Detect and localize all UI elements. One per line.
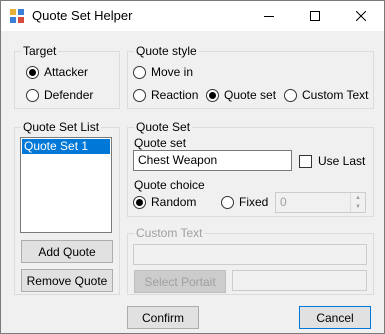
add-quote-button[interactable]: Add Quote [21,240,113,263]
radio-label: Random [151,195,197,209]
quote-style-reaction-radio[interactable]: Reaction [133,88,198,102]
radio-unchecked-icon [26,88,39,102]
radio-checked-icon [26,65,39,79]
target-group-label: Target [21,44,59,58]
quote-set-listbox[interactable]: Quote Set 1 [20,137,112,233]
radio-label: Fixed [239,195,269,209]
fixed-value-spinner[interactable]: 0 ▲ ▼ [275,192,366,213]
minimize-icon [264,16,274,17]
quote-choice-fixed-radio[interactable]: Fixed [221,195,268,209]
title-bar[interactable]: Quote Set Helper [1,1,384,31]
radio-label: Reaction [151,88,199,102]
checkbox-unchecked-icon [299,154,312,168]
maximize-icon [310,11,320,21]
remove-quote-button[interactable]: Remove Quote [21,269,113,292]
use-last-checkbox[interactable]: Use Last [299,154,365,168]
target-defender-radio[interactable]: Defender [26,88,93,102]
radio-unchecked-icon [284,88,297,102]
close-button[interactable] [338,1,384,31]
quote-set-field-label: Quote set [134,136,187,150]
radio-label: Move in [151,65,194,79]
spinner-arrows[interactable]: ▲ ▼ [350,193,365,212]
custom-text-group-label: Custom Text [134,226,205,240]
spin-down-arrow-icon[interactable]: ▼ [351,202,365,211]
quote-set-group-label: Quote Set [134,120,193,134]
quote-set-list-group-label: Quote Set List [21,120,102,134]
quote-style-quote-set-radio[interactable]: Quote set [206,88,276,102]
radio-unchecked-icon [221,195,234,209]
radio-label: Custom Text [302,88,369,102]
minimize-button[interactable] [246,1,292,31]
select-portrait-button[interactable]: Select Portait [134,270,226,293]
radio-checked-icon [206,88,219,102]
radio-label: Attacker [44,65,89,79]
radio-label: Quote set [224,88,277,102]
cancel-button[interactable]: Cancel [299,306,371,329]
quote-style-move-in-radio[interactable]: Move in [133,65,193,79]
maximize-button[interactable] [292,1,338,31]
spin-up-arrow-icon[interactable]: ▲ [351,193,365,202]
radio-unchecked-icon [133,88,146,102]
confirm-button[interactable]: Confirm [127,306,199,329]
app-window-icon [10,9,24,23]
radio-checked-icon [133,195,146,209]
quote-style-group-label: Quote style [134,44,199,58]
list-item[interactable]: Quote Set 1 [22,139,110,154]
radio-label: Defender [44,88,94,102]
spinner-value: 0 [280,195,287,209]
custom-text-input[interactable] [133,244,367,265]
window-title: Quote Set Helper [32,8,133,23]
quote-choice-random-radio[interactable]: Random [133,195,196,209]
quote-choice-label: Quote choice [134,178,205,192]
quote-set-input[interactable]: Chest Weapon [133,150,292,171]
portrait-path-input[interactable] [232,270,367,291]
target-attacker-radio[interactable]: Attacker [26,65,88,79]
quote-style-custom-text-radio[interactable]: Custom Text [284,88,368,102]
radio-unchecked-icon [133,65,146,79]
close-icon [356,11,366,21]
quote-set-helper-window: Quote Set Helper Target Attacker Defende… [0,0,385,334]
checkbox-label: Use Last [318,154,366,168]
